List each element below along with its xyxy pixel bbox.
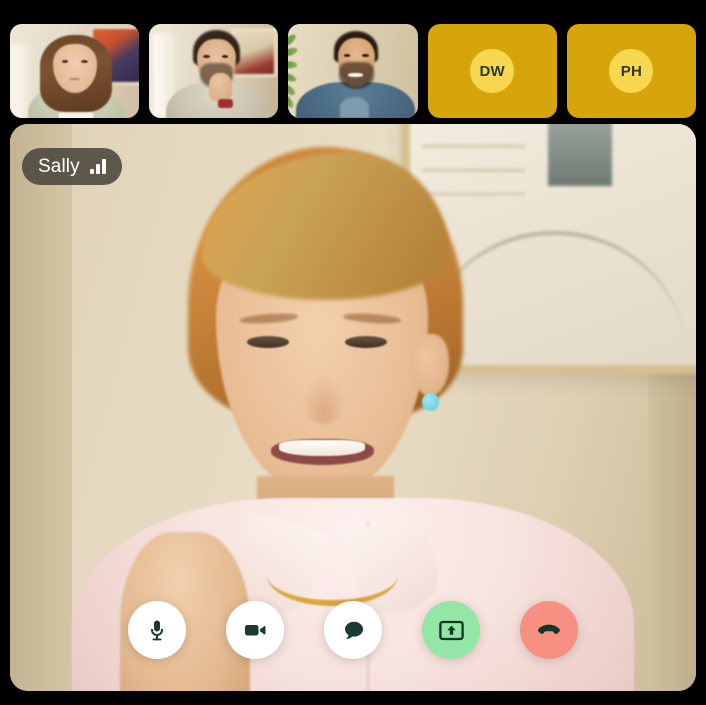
speaker-teeth xyxy=(278,440,366,457)
participant-3-video xyxy=(288,24,418,118)
participant-2-video xyxy=(149,24,279,118)
thumb2-eye-right xyxy=(221,55,228,58)
microphone-icon xyxy=(145,618,169,642)
thumb1-mouth xyxy=(69,77,80,80)
participant-thumbnail-3[interactable] xyxy=(288,24,418,118)
participant-thumbnail-5[interactable]: PH xyxy=(566,24,697,118)
camera-button[interactable] xyxy=(226,601,284,659)
thumb1-eye-right xyxy=(81,59,88,63)
speaker-eye-left xyxy=(246,336,290,348)
participant-thumbnail-strip: DW PH xyxy=(10,24,697,118)
speaker-hair-sweep xyxy=(202,152,450,300)
video-call-app: DW PH Sally xyxy=(0,0,706,705)
microphone-button[interactable] xyxy=(128,601,186,659)
share-screen-button[interactable] xyxy=(422,601,480,659)
thumb3-collar xyxy=(340,97,369,118)
participant-5-initials: PH xyxy=(620,62,643,80)
signal-bars-icon xyxy=(89,159,106,174)
speaker-earring xyxy=(421,393,440,412)
thumb3-eye-right xyxy=(362,54,369,57)
thumb2-watch xyxy=(217,99,234,108)
participant-1-video xyxy=(10,24,140,118)
call-controls-bar xyxy=(10,601,696,659)
end-call-icon xyxy=(535,616,563,644)
main-video-stage[interactable]: Sally xyxy=(10,124,696,691)
participant-4-initials: DW xyxy=(479,62,505,80)
thumb2-eye-left xyxy=(203,55,210,58)
end-call-button[interactable] xyxy=(520,601,578,659)
participant-5-avatar: PH xyxy=(609,49,654,93)
participant-thumbnail-2[interactable] xyxy=(149,24,279,118)
screen-share-icon xyxy=(438,617,465,644)
participant-thumbnail-1[interactable] xyxy=(10,24,140,118)
thumb1-eye-left xyxy=(61,59,69,63)
speaker-necklace xyxy=(267,544,398,607)
chat-button[interactable] xyxy=(324,601,382,659)
participant-thumbnail-4[interactable]: DW xyxy=(427,24,557,118)
thumb3-smile xyxy=(347,72,364,77)
chat-bubble-icon xyxy=(341,618,366,643)
thumb2-hand xyxy=(208,72,232,102)
thumb1-face xyxy=(52,43,97,93)
participant-4-avatar: DW xyxy=(470,49,515,93)
speaker-name-label: Sally xyxy=(38,156,80,177)
video-camera-icon xyxy=(242,617,268,643)
speaker-name-badge: Sally xyxy=(22,148,122,185)
speaker-ear xyxy=(411,333,450,397)
speaker-eye-right xyxy=(344,336,388,348)
